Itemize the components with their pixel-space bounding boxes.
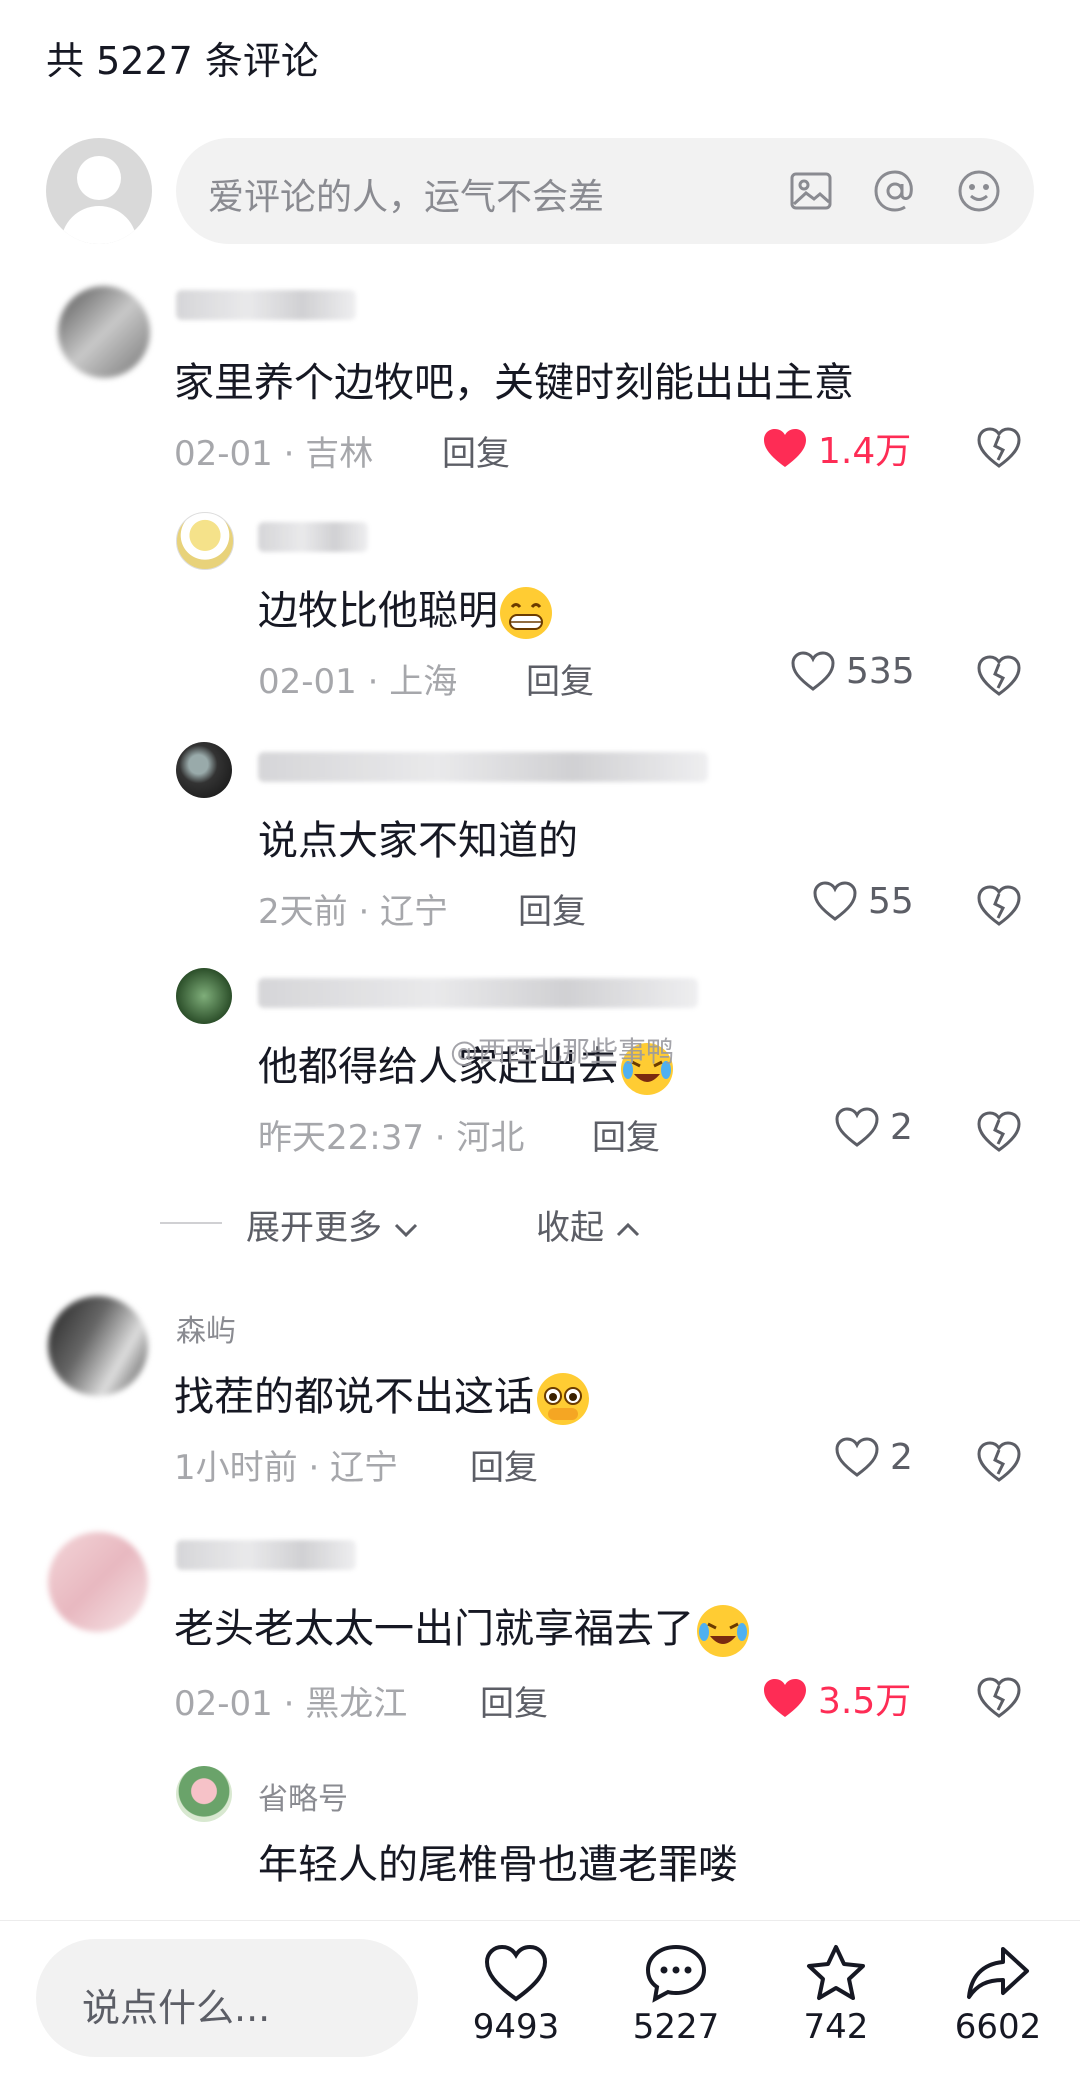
favorite-count: 742 (803, 2007, 869, 2047)
commenter-avatar[interactable] (176, 512, 234, 570)
comment-text: 老头老太太一出门就享福去了 (174, 1596, 752, 1660)
chevron-down-icon (394, 1223, 417, 1238)
reply-button[interactable]: 回复 (518, 884, 586, 933)
commenter-name-blurred[interactable] (176, 1540, 356, 1570)
comment-input-placeholder: 爱评论的人，运气不会差 (208, 177, 605, 218)
comment-time-location: 1小时前 · 辽宁 (174, 1448, 399, 1488)
like-button[interactable]: 55 (812, 880, 914, 922)
like-button[interactable]: 1.4万 (762, 422, 911, 474)
like-count: 2 (890, 1106, 913, 1148)
say-something-input[interactable]: 说点什么... (36, 1939, 418, 2057)
commenter-avatar[interactable] (48, 1296, 148, 1396)
like-count: 535 (846, 650, 915, 692)
commenter-name-blurred[interactable] (258, 522, 368, 552)
star-icon (807, 1945, 865, 2000)
comment-bubble-icon (645, 1944, 707, 2003)
dislike-icon[interactable] (976, 652, 1022, 698)
commenter-name[interactable]: 森屿 (176, 1306, 236, 1350)
grin-emoji-icon (500, 587, 552, 639)
commenter-avatar[interactable] (176, 742, 232, 798)
bottom-action-bar: 说点什么... 9493 5227 742 6602 (0, 1920, 1080, 2097)
emoji-icon[interactable] (956, 168, 1002, 214)
collapse-button[interactable]: 收起 (536, 1200, 641, 1249)
like-count: 55 (868, 880, 914, 922)
comment-time-location: 2天前 · 辽宁 (258, 892, 449, 932)
comment-input-row: 爱评论的人，运气不会差 (46, 138, 1034, 244)
comment-count-title: 共 5227 条评论 (46, 39, 319, 83)
thread-controls: 展开更多 收起 (160, 1194, 860, 1254)
like-button[interactable]: 3.5万 (762, 1672, 911, 1724)
heart-filled-icon (764, 1679, 806, 1717)
dislike-icon[interactable] (976, 1108, 1022, 1154)
heart-outline-icon (835, 1437, 879, 1477)
heart-outline-icon (791, 651, 835, 691)
image-icon[interactable] (788, 168, 834, 214)
comment-count: 5227 (632, 2007, 720, 2047)
watermark: @西西北那些事鸭 (450, 1035, 675, 1068)
heart-filled-icon (764, 429, 806, 467)
heart-outline-icon (835, 1107, 879, 1147)
dislike-icon[interactable] (976, 424, 1022, 470)
comment-time-location: 02-01 · 吉林 (174, 434, 374, 474)
reply-button[interactable]: 回复 (442, 426, 510, 475)
share-arrow-icon (967, 1947, 1029, 1999)
dislike-icon[interactable] (976, 882, 1022, 928)
dislike-icon[interactable] (976, 1438, 1022, 1484)
share-count: 6602 (954, 2007, 1042, 2047)
reply-button[interactable]: 回复 (470, 1440, 538, 1489)
like-video-button[interactable]: 9493 (456, 1943, 576, 2047)
reply-button[interactable]: 回复 (480, 1676, 548, 1725)
heart-outline-icon (813, 881, 857, 921)
pleading-emoji-icon (537, 1373, 589, 1425)
like-button[interactable]: 2 (834, 1436, 913, 1478)
reply-button[interactable]: 回复 (526, 654, 594, 703)
dislike-icon[interactable] (976, 1674, 1022, 1720)
commenter-avatar[interactable] (48, 1532, 148, 1632)
commenter-avatar[interactable] (58, 286, 150, 378)
like-count: 9493 (472, 2007, 560, 2047)
chevron-up-icon (616, 1222, 639, 1237)
comment-input[interactable]: 爱评论的人，运气不会差 (176, 138, 1034, 244)
like-button[interactable]: 535 (790, 650, 915, 692)
say-something-placeholder: 说点什么... (82, 1986, 271, 2030)
like-count: 1.4万 (818, 431, 912, 472)
comment-text: 边牧比他聪明 (258, 578, 554, 641)
commenter-name[interactable]: 省略号 (258, 1774, 348, 1818)
reply-button[interactable]: 回复 (592, 1110, 660, 1159)
comment-text: 说点大家不知道的 (258, 818, 578, 864)
comment-button[interactable]: 5227 (616, 1943, 736, 2047)
comment-time-location: 02-01 · 黑龙江 (174, 1684, 408, 1724)
heart-outline-icon (484, 1944, 548, 2002)
share-button[interactable]: 6602 (938, 1943, 1058, 2047)
expand-more-button[interactable]: 展开更多 (246, 1200, 419, 1249)
comment-text: 找茬的都说不出这话 (174, 1364, 592, 1428)
like-count: 3.5万 (818, 1681, 912, 1722)
user-avatar[interactable] (46, 138, 152, 244)
mention-icon[interactable] (872, 168, 918, 214)
like-count: 2 (890, 1436, 913, 1478)
comment-text: 家里养个边牧吧，关键时刻能出出主意 (174, 360, 854, 406)
comment-time-location: 昨天22:37 · 河北 (258, 1118, 525, 1158)
like-button[interactable]: 2 (834, 1106, 913, 1148)
crying-laughing-emoji-icon (697, 1605, 749, 1657)
commenter-name-blurred[interactable] (258, 978, 698, 1008)
comment-text: 年轻人的尾椎骨也遭老罪喽 (258, 1842, 738, 1888)
commenter-name-blurred[interactable] (176, 290, 356, 320)
commenter-name-blurred[interactable] (258, 752, 708, 782)
divider (160, 1222, 222, 1224)
favorite-button[interactable]: 742 (776, 1943, 896, 2047)
commenter-avatar[interactable] (176, 968, 232, 1024)
commenter-avatar[interactable] (176, 1766, 232, 1822)
comment-time-location: 02-01 · 上海 (258, 662, 458, 702)
